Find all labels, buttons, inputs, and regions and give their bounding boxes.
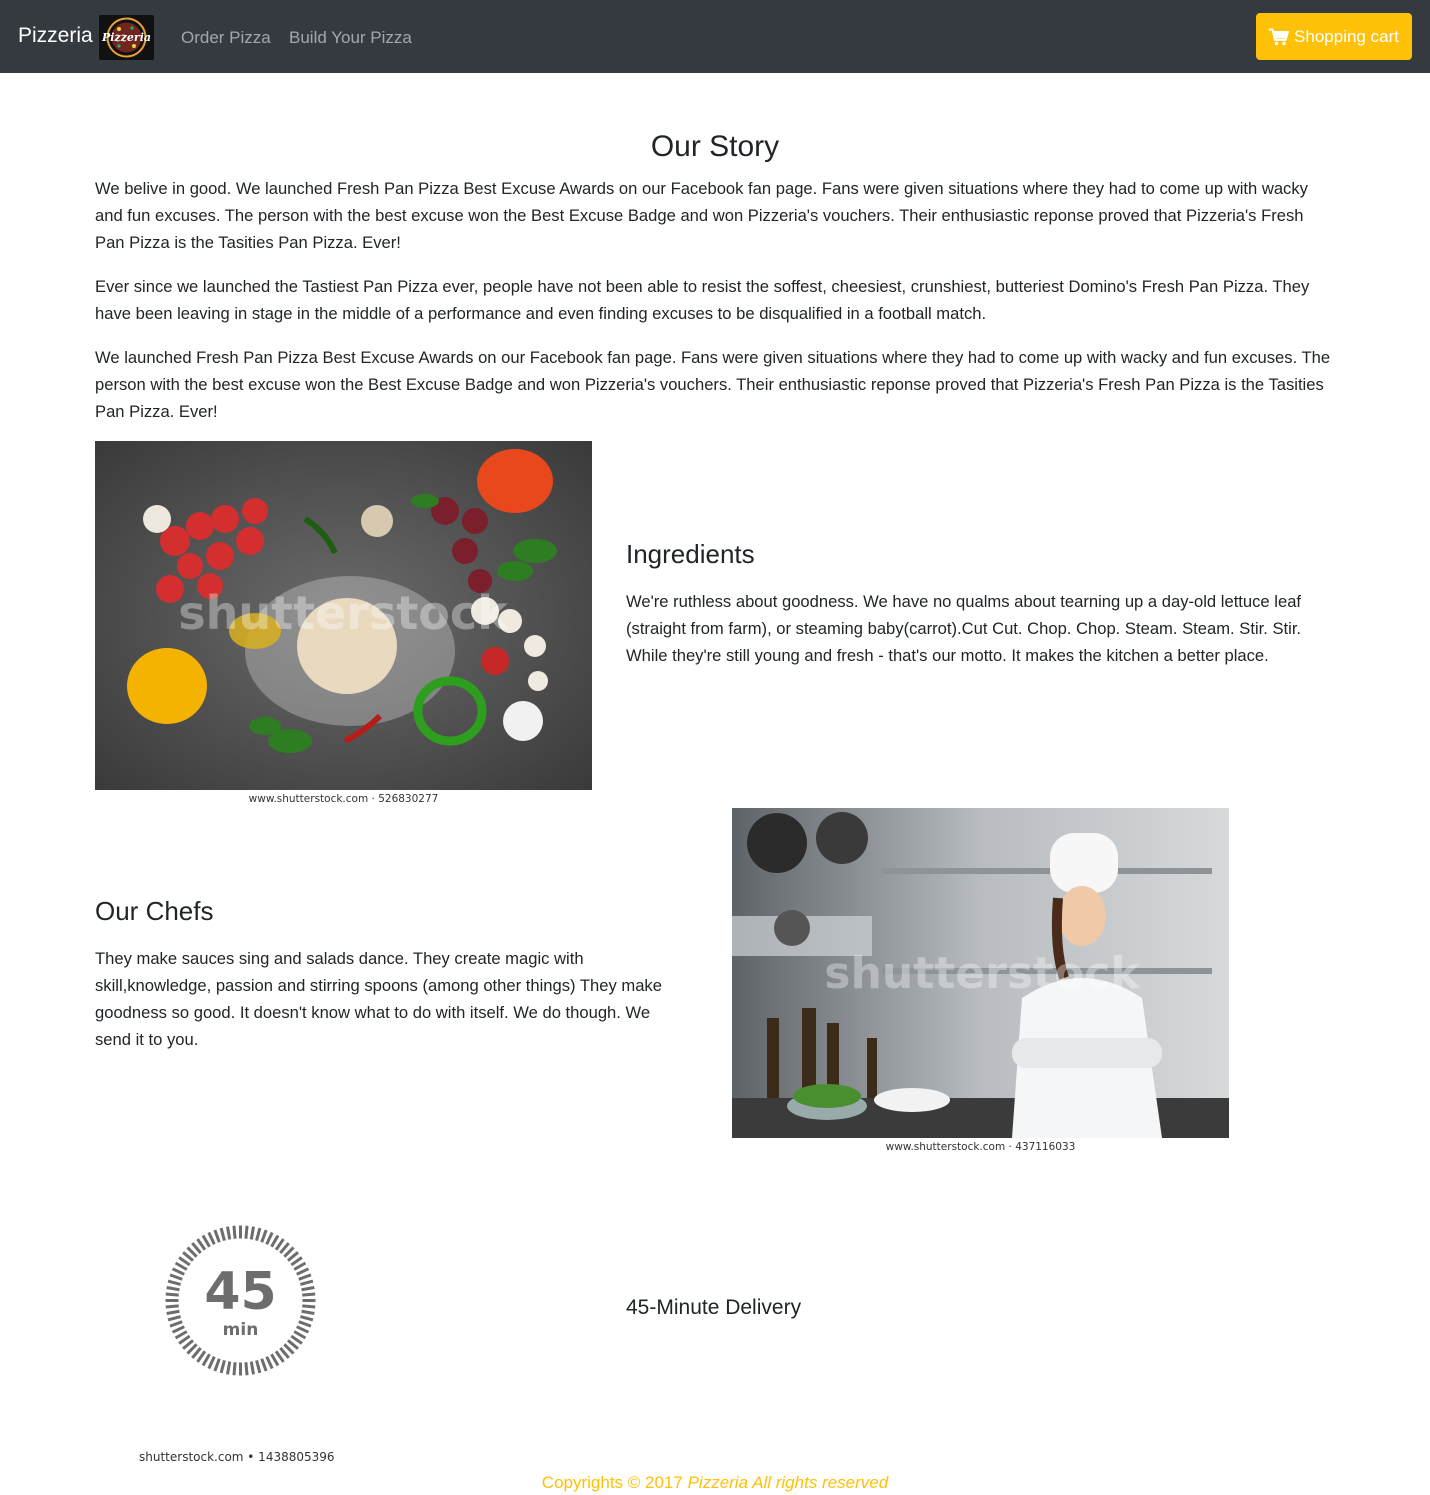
chefs-text: They make sauces sing and salads dance. …: [95, 949, 662, 1049]
timer-tick: [166, 1309, 180, 1316]
timer-tick: [270, 1353, 280, 1367]
svg-text:Pizzeria: Pizzeria: [101, 31, 151, 44]
timer-tick: [301, 1309, 315, 1316]
timer-tick: [225, 1226, 232, 1240]
ingredients-title: Ingredients: [626, 539, 755, 569]
timer-tick: [274, 1350, 285, 1363]
svg-text:45: 45: [204, 1262, 276, 1322]
timer-tick: [169, 1320, 183, 1328]
timer-tick: [290, 1256, 303, 1267]
timer-tick: [165, 1292, 179, 1297]
brand-link[interactable]: Pizzeria: [18, 22, 93, 50]
ingredients-image: shutterstock: [95, 441, 592, 790]
timer-tick: [171, 1325, 185, 1334]
ingredients-image-credit: www.shutterstock.com · 526830277: [248, 793, 439, 805]
timer-tick: [296, 1325, 310, 1334]
svg-text:shutterstock: shutterstock: [178, 586, 509, 640]
timer-tick: [207, 1356, 216, 1370]
timer-tick: [167, 1315, 182, 1322]
timer-tick: [174, 1261, 188, 1271]
timer-image-credit: shutterstock.com • 1438805396: [139, 1450, 335, 1464]
timer-tick: [265, 1356, 274, 1370]
timer-tick: [302, 1304, 316, 1309]
shopping-cart-label: Shopping cart: [1294, 26, 1399, 46]
timer-tick: [225, 1361, 232, 1375]
timer-tick: [249, 1361, 256, 1375]
timer-tick: [299, 1315, 314, 1322]
timer-tick: [169, 1273, 183, 1281]
timer-tick: [298, 1273, 312, 1281]
timer-tick: [260, 1358, 268, 1372]
timer-tick: [265, 1231, 274, 1245]
footer-copyright: Copyrights © 2017: [541, 1473, 688, 1492]
footer-rights: Pizzeria All rights reserved: [687, 1473, 889, 1492]
footer: Copyrights © 2017 Pizzeria All rights re…: [0, 1471, 1430, 1495]
timer-tick: [196, 1238, 207, 1251]
story-title: Our Story: [650, 130, 780, 163]
timer-tick: [232, 1225, 237, 1239]
timer-45-min-icon: 45 min: [163, 1223, 318, 1378]
timer-tick: [196, 1350, 207, 1363]
timer-tick: [293, 1330, 307, 1340]
timer-tick: [201, 1234, 211, 1248]
chef-image: shutterstock: [732, 808, 1229, 1138]
timer-tick: [232, 1362, 237, 1376]
nav-order-pizza[interactable]: Order Pizza: [181, 27, 271, 49]
timer-tick: [165, 1304, 179, 1309]
shopping-cart-button[interactable]: Shopping cart: [1256, 13, 1412, 60]
timer-tick: [293, 1261, 307, 1271]
delivery-title: 45-Minute Delivery: [626, 1296, 802, 1319]
timer-tick: [213, 1229, 221, 1243]
timer-tick: [302, 1292, 316, 1297]
timer-tick: [301, 1285, 315, 1292]
timer-tick: [260, 1229, 268, 1243]
timer-tick: [290, 1334, 303, 1345]
timer-tick: [244, 1362, 249, 1376]
pizzeria-logo[interactable]: Pizzeria: [99, 15, 154, 60]
story-paragraph: We launched Fresh Pan Pizza Best Excuse …: [95, 348, 1331, 421]
timer-tick: [244, 1225, 249, 1239]
timer-tick: [298, 1320, 312, 1328]
nav-build-your-pizza[interactable]: Build Your Pizza: [289, 27, 412, 49]
chef-image-credit: www.shutterstock.com · 437116033: [885, 1141, 1076, 1153]
timer-tick: [219, 1359, 226, 1374]
navbar: Pizzeria Pizzeria Order Pizza Build Your…: [0, 0, 1430, 73]
pizza-logo-icon: Pizzeria: [99, 15, 154, 60]
shopping-cart-icon: [1269, 28, 1290, 45]
story-paragraph: Ever since we launched the Tastiest Pan …: [95, 277, 1310, 323]
timer-tick: [174, 1330, 188, 1340]
timer-tick: [296, 1267, 310, 1276]
timer-tick: [178, 1334, 191, 1345]
timer-tick: [270, 1234, 280, 1248]
svg-text:min: min: [223, 1320, 259, 1340]
timer-tick: [219, 1227, 226, 1242]
ingredients-text: We're ruthless about goodness. We have n…: [626, 592, 1302, 665]
timer-tick: [207, 1231, 216, 1245]
timer-tick: [255, 1227, 262, 1242]
timer-tick: [274, 1238, 285, 1251]
chefs-title: Our Chefs: [95, 896, 214, 926]
timer-tick: [213, 1358, 221, 1372]
timer-tick: [167, 1279, 182, 1286]
timer-tick: [201, 1353, 211, 1367]
timer-tick: [166, 1285, 180, 1292]
svg-text:shutterstock: shutterstock: [824, 948, 1141, 999]
timer-tick: [178, 1256, 191, 1267]
timer-tick: [255, 1359, 262, 1374]
timer-tick: [249, 1226, 256, 1240]
story-paragraph: We belive in good. We launched Fresh Pan…: [95, 179, 1308, 252]
timer-tick: [171, 1267, 185, 1276]
timer-tick: [299, 1279, 314, 1286]
